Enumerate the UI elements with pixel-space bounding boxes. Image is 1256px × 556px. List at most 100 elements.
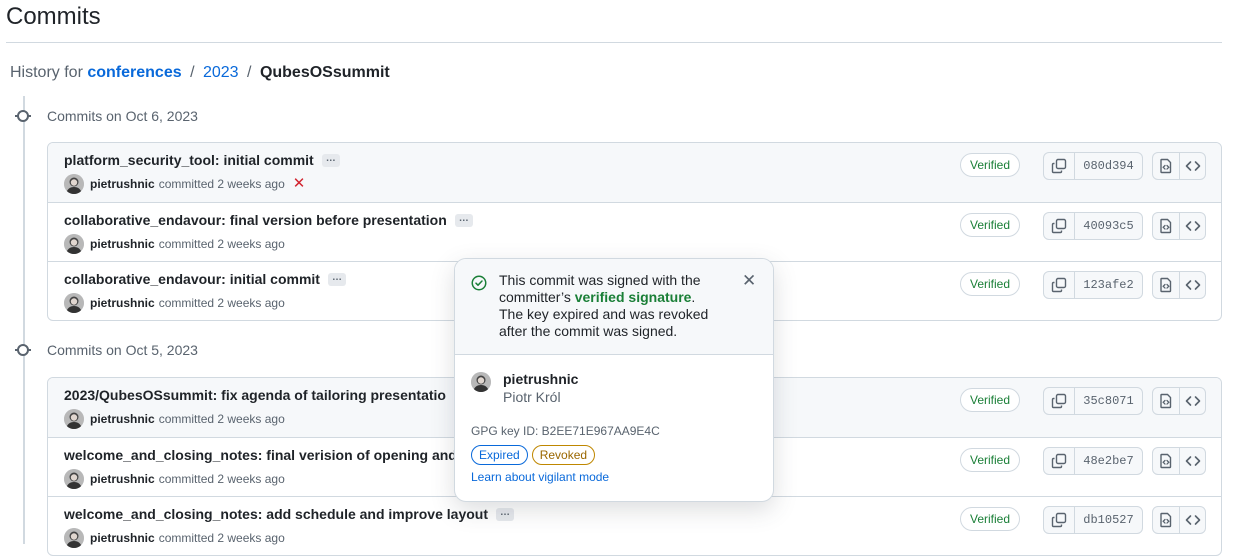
popover-header: This commit was signed with the committe… xyxy=(455,259,773,355)
commit-group-header: Commits on Oct 5, 2023 xyxy=(14,339,198,361)
commit-meta: pietrushnic committed 2 weeks ago xyxy=(64,293,285,313)
commit-meta: pietrushnic committed 2 weeks ago xyxy=(64,409,285,429)
commit-group-header: Commits on Oct 6, 2023 xyxy=(14,105,198,127)
timeline-line xyxy=(23,96,25,544)
browse-files-icon[interactable] xyxy=(1153,507,1179,533)
commit-sha-link[interactable]: 080d394 xyxy=(1075,153,1142,179)
verified-badge[interactable]: Verified xyxy=(960,153,1021,177)
verified-badge[interactable]: Verified xyxy=(960,272,1021,296)
commit-row: collaborative_endavour: final version be… xyxy=(48,202,1221,261)
popover-full-name: Piotr Król xyxy=(503,389,561,405)
commit-message-link[interactable]: 2023/QubesOSsummit: fix agenda of tailor… xyxy=(64,387,446,403)
verified-badge[interactable]: Verified xyxy=(960,213,1021,237)
code-icon[interactable] xyxy=(1179,507,1205,533)
expand-message-button[interactable]: … xyxy=(327,272,346,286)
breadcrumb-link-conferences[interactable]: conferences xyxy=(87,64,181,81)
expand-message-button[interactable]: … xyxy=(321,153,340,167)
close-icon[interactable]: ✕ xyxy=(742,272,756,289)
popover-login[interactable]: pietrushnic xyxy=(503,371,578,387)
popover-line2: committer’s xyxy=(499,289,571,305)
popover-line3: The key expired and was revoked xyxy=(499,306,709,322)
author-link[interactable]: pietrushnic xyxy=(90,531,155,545)
sha-button-group: db10527 xyxy=(1043,506,1143,534)
author-link[interactable]: pietrushnic xyxy=(90,472,155,486)
copy-icon[interactable] xyxy=(1044,272,1075,298)
copy-icon[interactable] xyxy=(1044,388,1075,414)
avatar[interactable] xyxy=(64,174,84,194)
breadcrumb-link-2023[interactable]: 2023 xyxy=(203,64,239,81)
avatar[interactable] xyxy=(471,372,491,392)
verified-badge[interactable]: Verified xyxy=(960,448,1021,472)
commit-time: committed 2 weeks ago xyxy=(158,237,285,251)
breadcrumb: History for conferences / 2023 / QubesOS… xyxy=(10,62,390,84)
group-date: Commits on Oct 5, 2023 xyxy=(47,342,198,358)
title-divider xyxy=(6,42,1222,43)
commit-title: welcome_and_closing_notes: final verisio… xyxy=(64,447,483,463)
avatar[interactable] xyxy=(64,409,84,429)
popover-line4: after the commit was signed. xyxy=(499,323,678,339)
sha-button-group: 48e2be7 xyxy=(1043,447,1143,475)
revoked-label: Revoked xyxy=(531,445,596,465)
sha-button-group: 080d394 xyxy=(1043,152,1143,180)
copy-icon[interactable] xyxy=(1044,153,1075,179)
code-icon[interactable] xyxy=(1179,213,1205,239)
commit-sha-link[interactable]: 48e2be7 xyxy=(1075,448,1142,474)
commit-message-link[interactable]: collaborative_endavour: initial commit xyxy=(64,271,320,287)
commit-message-link[interactable]: collaborative_endavour: final version be… xyxy=(64,212,447,228)
commit-meta: pietrushnic committed 2 weeks ago ✕ xyxy=(64,174,305,194)
author-link[interactable]: pietrushnic xyxy=(90,412,155,426)
commit-dot-icon xyxy=(14,341,32,359)
commit-dot-icon xyxy=(14,107,32,125)
commit-meta: pietrushnic committed 2 weeks ago xyxy=(64,528,285,548)
expand-message-button[interactable]: … xyxy=(496,507,514,521)
verified-badge[interactable]: Verified xyxy=(960,507,1021,531)
commit-row: welcome_and_closing_notes: add schedule … xyxy=(48,496,1221,555)
copy-icon[interactable] xyxy=(1044,213,1075,239)
popover-message: This commit was signed with the committe… xyxy=(499,272,739,340)
verified-signature-text: verified signature xyxy=(574,289,692,305)
commit-sha-link[interactable]: 35c8071 xyxy=(1075,388,1142,414)
verified-badge[interactable]: Verified xyxy=(960,388,1021,412)
commit-title: welcome_and_closing_notes: add schedule … xyxy=(64,506,514,522)
commit-message-link[interactable]: welcome_and_closing_notes: final verisio… xyxy=(64,447,457,463)
commit-actions xyxy=(1152,506,1206,534)
commit-message-link[interactable]: welcome_and_closing_notes: add schedule … xyxy=(64,506,488,522)
sha-button-group: 40093c5 xyxy=(1043,212,1143,240)
vigilant-mode-link[interactable]: Learn about vigilant mode xyxy=(471,470,609,484)
commit-sha-link[interactable]: db10527 xyxy=(1075,507,1142,533)
code-icon[interactable] xyxy=(1179,448,1205,474)
signature-popover: This commit was signed with the committe… xyxy=(454,258,774,502)
code-icon[interactable] xyxy=(1179,388,1205,414)
author-link[interactable]: pietrushnic xyxy=(90,296,155,310)
commit-time: committed 2 weeks ago xyxy=(158,472,285,486)
commit-message-link[interactable]: platform_security_tool: initial commit xyxy=(64,152,314,168)
avatar[interactable] xyxy=(64,293,84,313)
commit-actions xyxy=(1152,152,1206,180)
browse-files-icon[interactable] xyxy=(1153,213,1179,239)
browse-files-icon[interactable] xyxy=(1153,153,1179,179)
copy-icon[interactable] xyxy=(1044,507,1075,533)
check-circle-icon xyxy=(471,275,487,291)
commit-time: committed 2 weeks ago xyxy=(158,412,285,426)
author-link[interactable]: pietrushnic xyxy=(90,177,155,191)
browse-files-icon[interactable] xyxy=(1153,448,1179,474)
copy-icon[interactable] xyxy=(1044,448,1075,474)
avatar[interactable] xyxy=(64,469,84,489)
author-link[interactable]: pietrushnic xyxy=(90,237,155,251)
x-icon[interactable]: ✕ xyxy=(293,176,306,191)
breadcrumb-prefix: History for xyxy=(10,64,83,81)
commit-actions xyxy=(1152,271,1206,299)
commit-sha-link[interactable]: 40093c5 xyxy=(1075,213,1142,239)
expand-message-button[interactable]: … xyxy=(454,213,473,227)
gpg-key-id: GPG key ID: B2EE71E967AA9E4C xyxy=(471,424,660,438)
commit-meta: pietrushnic committed 2 weeks ago xyxy=(64,234,285,254)
avatar[interactable] xyxy=(64,528,84,548)
commit-sha-link[interactable]: 123afe2 xyxy=(1075,272,1142,298)
code-icon[interactable] xyxy=(1179,153,1205,179)
code-icon[interactable] xyxy=(1179,272,1205,298)
browse-files-icon[interactable] xyxy=(1153,388,1179,414)
browse-files-icon[interactable] xyxy=(1153,272,1179,298)
commit-actions xyxy=(1152,447,1206,475)
breadcrumb-separator: / xyxy=(190,64,195,81)
avatar[interactable] xyxy=(64,234,84,254)
